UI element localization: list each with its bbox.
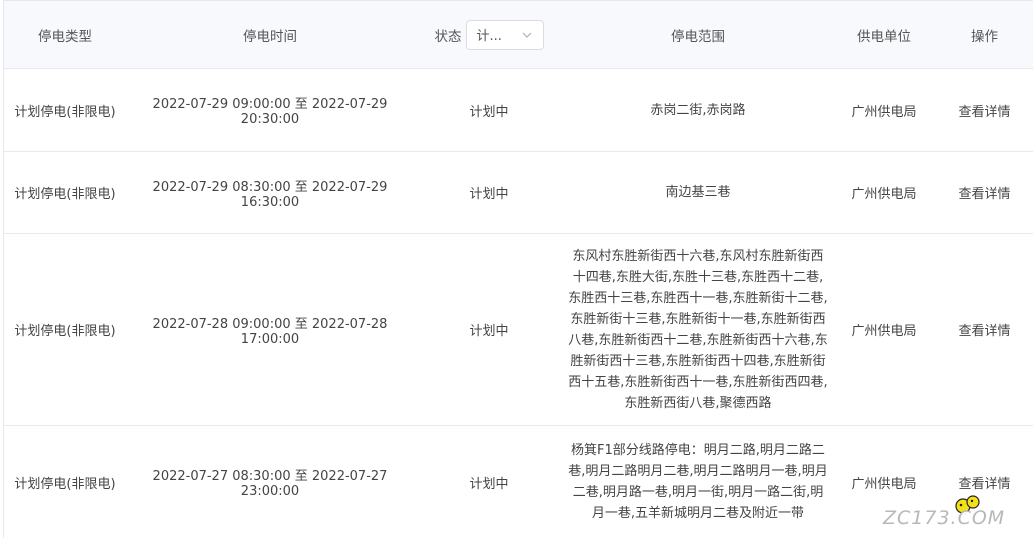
row-time: 2022-07-28 09:00:00 至 2022-07-28 17:00:0…: [152, 316, 388, 347]
row-range: 杨箕F1部分线路停电：明月二路,明月二路二巷,明月二路明月二巷,明月二路明月一巷…: [568, 443, 828, 521]
table-row: 计划停电(非限电) 2022-07-28 09:00:00 至 2022-07-…: [4, 234, 1033, 426]
view-details-link[interactable]: 查看详情: [936, 320, 1033, 339]
watermark-text: ZC173.COM: [883, 507, 1006, 529]
table-row: 计划停电(非限电) 2022-07-29 08:30:00 至 2022-07-…: [4, 152, 1033, 234]
table-row: 计划停电(非限电) 2022-07-29 09:00:00 至 2022-07-…: [4, 69, 1033, 152]
row-unit: 广州供电局: [851, 324, 917, 339]
view-details-link[interactable]: 查看详情: [936, 101, 1033, 120]
header-time: 停电时间: [243, 28, 297, 45]
status-filter-group: 状态 计...: [414, 19, 564, 50]
row-type: 计划停电(非限电): [14, 104, 116, 120]
row-time: 2022-07-29 08:30:00 至 2022-07-29 16:30:0…: [152, 179, 388, 210]
row-unit: 广州供电局: [851, 187, 917, 202]
row-type: 计划停电(非限电): [14, 324, 116, 339]
table-header: 停电类型 停电时间 状态 计... 停电范围 供电单位 操作: [4, 0, 1033, 69]
table-row: 计划停电(非限电) 2022-07-27 08:30:00 至 2022-07-…: [4, 426, 1033, 538]
view-details-link[interactable]: 查看详情: [936, 183, 1033, 202]
row-time: 2022-07-27 08:30:00 至 2022-07-27 23:00:0…: [152, 469, 388, 499]
row-type: 计划停电(非限电): [14, 476, 116, 492]
row-status: 计划中: [469, 104, 509, 120]
row-unit: 广州供电局: [851, 476, 917, 492]
row-range: 东风村东胜新街西十六巷,东风村东胜新街西十四巷,东胜大街,东胜十三巷,东胜西十二…: [568, 248, 828, 411]
row-unit: 广州供电局: [851, 104, 917, 120]
header-unit: 供电单位: [857, 28, 911, 45]
row-range: 赤岗二街,赤岗路: [650, 102, 746, 118]
view-details-link[interactable]: 查看详情: [936, 473, 1033, 492]
header-status: 状态 计...: [414, 19, 564, 50]
status-filter-value: 计...: [476, 29, 502, 44]
row-time: 2022-07-29 09:00:00 至 2022-07-29 20:30:0…: [152, 97, 388, 127]
header-range: 停电范围: [671, 28, 725, 45]
header-status-label: 状态: [434, 28, 462, 45]
row-range: 南边基三巷: [665, 185, 731, 200]
outage-table: 停电类型 停电时间 状态 计... 停电范围 供电单位 操作 计划停电(非限电)…: [3, 0, 1033, 538]
row-status: 计划中: [469, 476, 509, 492]
chevron-down-icon: [522, 32, 531, 38]
row-status: 计划中: [469, 187, 509, 202]
row-status: 计划中: [469, 324, 509, 339]
status-filter-select[interactable]: 计...: [465, 19, 544, 50]
row-type: 计划停电(非限电): [14, 187, 116, 202]
watermark: ZC173.COM: [883, 494, 1023, 530]
header-action: 操作: [971, 28, 998, 45]
header-type: 停电类型: [38, 28, 92, 45]
